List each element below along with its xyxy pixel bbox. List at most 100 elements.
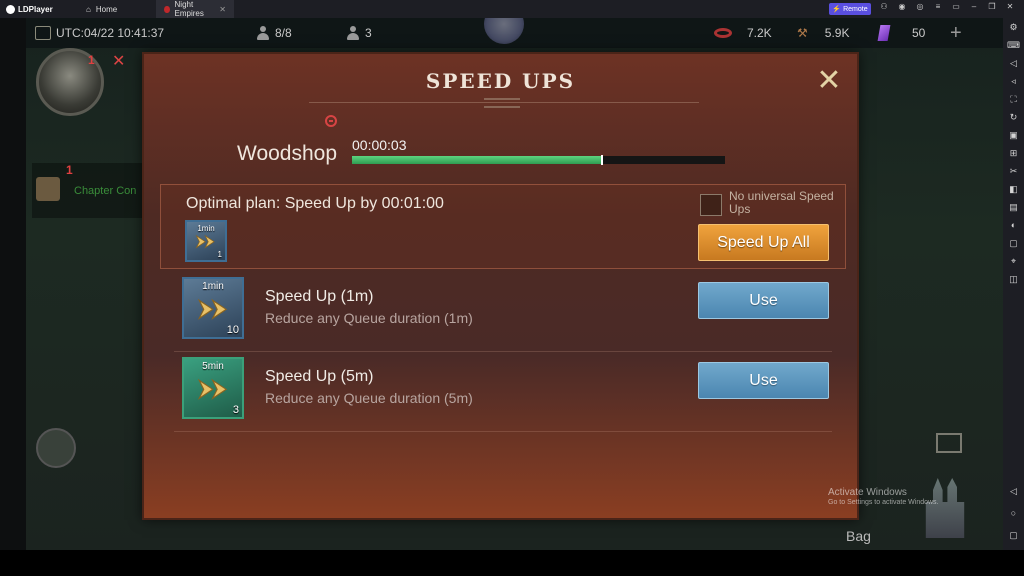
optimal-plan-text: Optimal plan: Speed Up by 00:01:00: [186, 195, 444, 212]
progress-marker: [600, 155, 603, 165]
server-time: UTC:04/22 10:41:37: [35, 26, 164, 40]
fullscreen-icon[interactable]: ⛶: [1008, 94, 1020, 104]
item-duration: 1min: [202, 281, 224, 292]
resource-bar: UTC:04/22 10:41:37 8/8 3 7.2K ⚒ 5.9K 50 …: [26, 18, 1003, 48]
chapter-badge: 1: [66, 163, 73, 177]
no-universal-label: No universal Speed Ups: [729, 189, 834, 216]
progress-bar: [352, 155, 725, 165]
tab-home[interactable]: ⌂ Home: [78, 0, 156, 18]
avatar-badge: 1: [88, 53, 95, 67]
rotate-icon[interactable]: ↻: [1008, 112, 1020, 122]
sync-icon[interactable]: ◐: [1008, 220, 1020, 230]
multi-instance-icon[interactable]: ◧: [1008, 184, 1020, 194]
tab-label: Home: [95, 4, 118, 14]
apk-icon[interactable]: ⊞: [1008, 148, 1020, 158]
watermark-subtitle: Go to Settings to activate Windows.: [828, 499, 939, 506]
item-title: Speed Up (1m): [265, 288, 374, 305]
item-qty: 3: [232, 404, 239, 416]
building-name: Woodshop: [237, 142, 338, 165]
location-icon[interactable]: ⌖: [1008, 256, 1020, 266]
speed-ups-dialog: SPEED UPS ✕ Woodshop 00:00:03 Optimal pl…: [142, 52, 859, 520]
gem-value: 50: [912, 26, 926, 40]
remote-button[interactable]: ⚡ Remote: [829, 3, 871, 15]
no-universal-checkbox[interactable]: [700, 194, 722, 216]
calendar-icon: [35, 26, 51, 40]
menu-icon[interactable]: ≡: [932, 2, 944, 11]
ldplayer-logo-icon: [6, 4, 15, 14]
keyboard-icon[interactable]: ⌨: [1007, 40, 1020, 50]
utc-time: UTC:04/22 10:41:37: [56, 26, 165, 40]
cancel-queue-icon[interactable]: [325, 115, 337, 127]
blood-value: 7.2K: [747, 26, 772, 40]
speedup-1m-icon: 1min 10: [182, 277, 244, 339]
speedup-5m-icon: 5min 3: [182, 357, 244, 419]
home-icon: ⌂: [86, 4, 91, 14]
volume-down-icon[interactable]: ◃: [1008, 76, 1020, 86]
minimize-icon[interactable]: –: [968, 2, 980, 11]
title-ornament: [484, 98, 520, 108]
item-qty: 10: [226, 324, 239, 336]
settings-icon[interactable]: ⚙: [1008, 22, 1020, 32]
speedup-chevron-icon: [195, 235, 216, 250]
chapter-quest[interactable]: 1 Chapter Con: [32, 163, 142, 218]
record-icon[interactable]: ▤: [1008, 202, 1020, 212]
recent-apps-icon[interactable]: ▢: [1008, 530, 1020, 540]
bag-label[interactable]: Bag: [846, 528, 871, 544]
players-icon: [346, 26, 360, 40]
chapter-text: Chapter Con: [74, 185, 137, 197]
player-count[interactable]: 3: [346, 26, 372, 40]
screen-icon[interactable]: ▭: [950, 2, 962, 11]
troop-value: 8/8: [275, 26, 292, 40]
world-map-icon[interactable]: [36, 428, 76, 468]
item-qty: 1: [217, 250, 222, 259]
resource-wood[interactable]: ⚒ 5.9K: [797, 26, 849, 40]
windows-activation-watermark: Activate Windows Go to Settings to activ…: [828, 487, 939, 506]
optimal-item-icon: 1min 1: [185, 220, 227, 262]
speed-up-all-button[interactable]: Speed Up All: [698, 224, 829, 261]
plus-icon: +: [950, 21, 962, 44]
quest-scroll-icon: [36, 177, 60, 201]
troop-icon: [256, 26, 270, 40]
watermark-title: Activate Windows: [828, 487, 907, 498]
optimal-plan: Optimal plan: Speed Up by 00:01:00 1min …: [160, 184, 846, 269]
speedup-item-row: 1min 10 Speed Up (1m) Reduce any Queue d…: [174, 272, 832, 352]
speedup-item-row: 5min 3 Speed Up (5m) Reduce any Queue du…: [174, 352, 832, 432]
progress-fill: [352, 156, 602, 164]
home-nav-icon[interactable]: ○: [1008, 508, 1020, 518]
dialog-title: SPEED UPS: [425, 69, 576, 93]
folder-icon[interactable]: ▢: [1008, 238, 1020, 248]
remaining-time: 00:00:03: [352, 137, 407, 153]
mail-icon[interactable]: [936, 433, 962, 453]
gem-icon: [877, 25, 891, 41]
screenshot-icon[interactable]: ▣: [1008, 130, 1020, 140]
item-title: Speed Up (5m): [265, 368, 374, 385]
tab-night-empires[interactable]: Night Empires ✕: [156, 0, 234, 18]
ldplayer-logo: LDPlayer: [0, 4, 78, 14]
speedup-chevron-icon: [197, 379, 227, 401]
scissors-icon[interactable]: ✂: [1008, 166, 1020, 176]
account-icon[interactable]: ◎: [914, 2, 926, 11]
use-button[interactable]: Use: [698, 362, 829, 399]
user-icon[interactable]: ◉: [896, 2, 908, 11]
volume-up-icon[interactable]: ◁: [1008, 58, 1020, 68]
screen-edge: [0, 18, 26, 550]
wood-value: 5.9K: [824, 26, 850, 40]
item-duration: 1min: [197, 224, 215, 233]
battle-icon[interactable]: ✕: [112, 51, 125, 71]
close-tab-icon[interactable]: ✕: [219, 5, 226, 14]
add-gems-button[interactable]: +: [950, 22, 962, 45]
speedup-chevron-icon: [197, 299, 227, 321]
resource-blood[interactable]: 7.2K: [714, 26, 772, 40]
emulator-toolbar: ⚙ ⌨ ◁ ◃ ⛶ ↻ ▣ ⊞ ✂ ◧ ▤ ◐ ▢ ⌖ ◫ ◁ ○ ▢: [1003, 18, 1024, 550]
close-icon[interactable]: ✕: [812, 64, 846, 98]
maximize-icon[interactable]: ❐: [986, 2, 998, 11]
blood-icon: [714, 28, 732, 38]
shake-icon[interactable]: ◫: [1008, 274, 1020, 284]
item-description: Reduce any Queue duration (5m): [265, 390, 473, 406]
troop-count[interactable]: 8/8: [256, 26, 292, 40]
use-button[interactable]: Use: [698, 282, 829, 319]
close-icon[interactable]: ✕: [1004, 2, 1016, 11]
resource-gems[interactable]: 50: [877, 25, 926, 41]
back-icon[interactable]: ◁: [1008, 486, 1020, 496]
gamepad-icon[interactable]: ⚇: [878, 2, 890, 11]
